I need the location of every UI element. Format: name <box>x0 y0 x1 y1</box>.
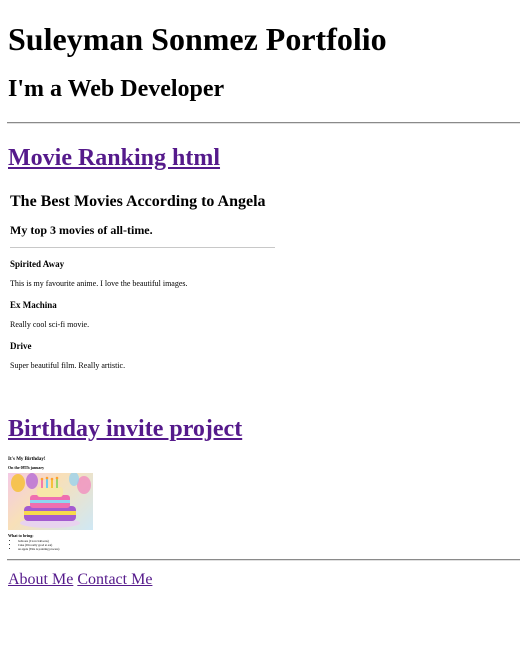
about-me-link[interactable]: About Me <box>8 571 73 588</box>
movie-preview-divider <box>10 247 275 248</box>
birthday-cake-image <box>8 473 93 530</box>
movie-title: Drive <box>10 341 32 351</box>
page-subtitle: I'm a Web Developer <box>8 76 225 102</box>
header-divider <box>7 122 520 124</box>
movie-description: Super beautiful film. Really artistic. <box>10 361 126 370</box>
movie-preview-subheading: My top 3 movies of all-time. <box>10 223 153 237</box>
list-item: an apple (This is pointing process) <box>18 547 108 551</box>
footer-nav: About Me Contact Me <box>8 571 513 589</box>
birthday-bring-list: balloons (I love balloons) Cake (I'm rea… <box>8 539 108 551</box>
movie-description: This is my favourite anime. I love the b… <box>10 279 188 288</box>
movie-title: Ex Machina <box>10 300 57 310</box>
portfolio-page: Suleyman Sonmez Portfolio I'm a Web Deve… <box>0 21 521 589</box>
birthday-preview-title: It's My Birthday! <box>8 457 46 462</box>
contact-me-link[interactable]: Contact Me <box>77 571 152 588</box>
movie-preview-heading: The Best Movies According to Angela <box>10 193 266 210</box>
movie-ranking-link[interactable]: Movie Ranking html <box>8 144 220 172</box>
movie-title: Spirited Away <box>10 259 65 269</box>
birthday-preview-subtitle: On the 08Th january <box>8 465 45 470</box>
movie-description: Really cool sci-fi movie. <box>10 320 90 329</box>
movie-ranking-preview[interactable]: The Best Movies According to Angela My t… <box>10 192 278 371</box>
birthday-invite-preview[interactable]: It's My Birthday! On the 08Th january Wh… <box>8 456 108 551</box>
birthday-invite-link[interactable]: Birthday invite project <box>8 415 242 443</box>
birthday-bring-title: What to bring: <box>8 533 34 538</box>
footer-divider <box>7 559 520 561</box>
page-title: Suleyman Sonmez Portfolio <box>8 21 387 57</box>
